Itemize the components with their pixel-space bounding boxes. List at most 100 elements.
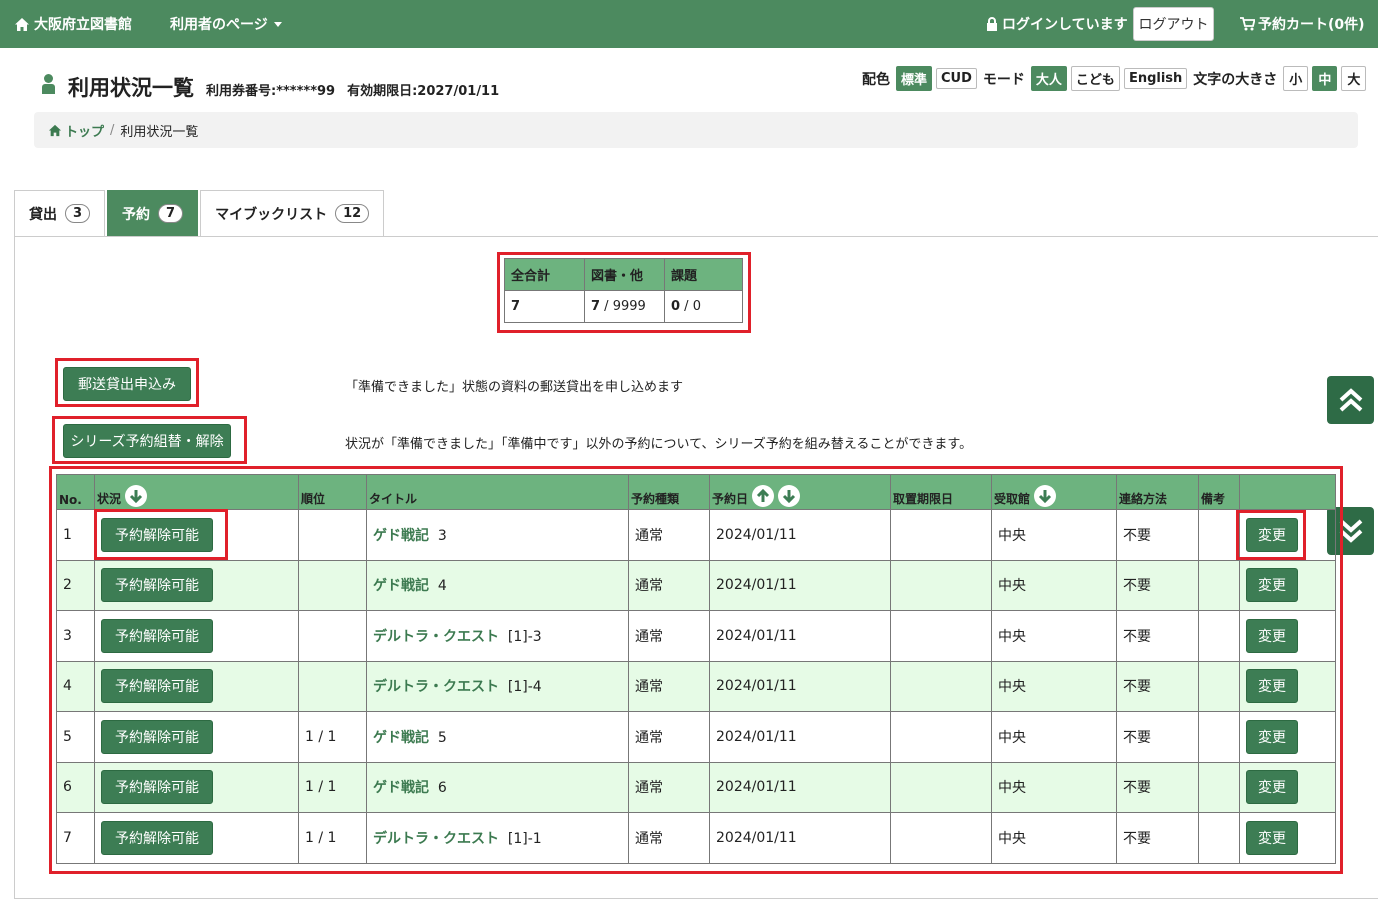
row-action-cell: 変更 — [1239, 559, 1336, 611]
series-reservation-description: 状況が「準備できました」「準備中です」以外の予約について、シリーズ予約を組み替え… — [345, 437, 973, 452]
row-date: 2024/01/11 — [709, 812, 891, 864]
row-no: 3 — [56, 610, 95, 662]
cancel-reservation-button[interactable]: 予約解除可能 — [101, 618, 213, 653]
row-title-link[interactable]: ゲド戦記 — [373, 780, 429, 796]
login-status: ログインしています — [986, 14, 1128, 34]
sort-date-desc-icon[interactable] — [778, 485, 801, 507]
row-rank: 1 / 1 — [298, 812, 367, 864]
sort-date-asc-icon[interactable] — [752, 485, 775, 507]
row-status-cell: 予約解除可能 — [94, 660, 299, 712]
user-menu-dropdown[interactable]: 利用者のページ — [170, 14, 282, 34]
table-row: 7 予約解除可能 1 / 1 デルトラ・クエスト [1]-1 通常 2024/01/11 中… — [56, 812, 1336, 864]
breadcrumb-current: 利用状況一覧 — [120, 124, 199, 140]
row-no: 7 — [56, 812, 95, 864]
row-title-link[interactable]: ゲド戦記 — [373, 528, 429, 544]
row-date: 2024/01/11 — [709, 610, 891, 662]
sort-library-desc-icon[interactable] — [1034, 485, 1057, 507]
row-rank — [298, 610, 367, 662]
mode-kids-option[interactable]: こども — [1070, 66, 1120, 91]
row-title-link[interactable]: デルトラ・クエスト — [373, 831, 499, 847]
font-size-large-option[interactable]: 大 — [1341, 66, 1367, 91]
table-header-row: No. 状況 順位 タイトル 予約種類 予約日 取置期限日 受取館 連絡方法 備… — [56, 474, 1336, 510]
logout-button[interactable]: ログアウト — [1133, 7, 1214, 41]
home-icon — [48, 124, 62, 136]
row-title-link[interactable]: ゲド戦記 — [373, 578, 429, 594]
change-button[interactable]: 変更 — [1246, 618, 1298, 653]
cancel-reservation-button[interactable]: 予約解除可能 — [101, 517, 213, 552]
cancel-reservation-button[interactable]: 予約解除可能 — [101, 568, 213, 603]
table-row: 4 予約解除可能 デルトラ・クエスト [1]-4 通常 2024/01/11 中央 不要 変更 — [56, 660, 1336, 712]
color-standard-option[interactable]: 標準 — [896, 66, 933, 91]
col-header-status: 状況 — [94, 474, 299, 510]
home-link[interactable]: 大阪府立図書館 — [14, 14, 132, 34]
row-title-link[interactable]: デルトラ・クエスト — [373, 629, 499, 645]
card-number: 利用券番号:******99 — [206, 84, 336, 99]
row-status-cell: 予約解除可能 — [94, 761, 299, 813]
row-rank: 1 / 1 — [298, 711, 367, 763]
mode-adult-option[interactable]: 大人 — [1030, 66, 1067, 91]
row-note — [1198, 812, 1240, 864]
cancel-reservation-button[interactable]: 予約解除可能 — [101, 669, 213, 704]
page-header: 利用状況一覧 利用券番号:******99 有効期限日:2027/01/11 — [40, 72, 499, 102]
tab-mybooklist-count: 12 — [335, 204, 370, 223]
tab-mybooklist[interactable]: マイブックリスト 12 — [200, 190, 385, 236]
cart-link[interactable]: 予約カート(0件) — [1240, 14, 1365, 34]
row-title-link[interactable]: ゲド戦記 — [373, 730, 429, 746]
row-title-cell: ゲド戦記 4 — [366, 559, 629, 611]
font-size-medium-option[interactable]: 中 — [1312, 66, 1338, 91]
col-header-contact: 連絡方法 — [1116, 474, 1199, 510]
change-button[interactable]: 変更 — [1246, 568, 1298, 603]
double-chevron-down-icon — [1339, 519, 1362, 543]
color-cud-option[interactable]: CUD — [936, 68, 977, 89]
sort-status-desc-icon[interactable] — [125, 485, 148, 507]
scroll-top-button[interactable] — [1327, 376, 1374, 424]
row-rank — [298, 509, 367, 561]
breadcrumb-home[interactable]: トップ — [48, 121, 104, 140]
row-date: 2024/01/11 — [709, 660, 891, 712]
table-row: 3 予約解除可能 デルトラ・クエスト [1]-3 通常 2024/01/11 中央 不要 変更 — [56, 610, 1336, 662]
cancel-reservation-button[interactable]: 予約解除可能 — [101, 719, 213, 754]
row-status-cell: 予約解除可能 — [94, 610, 299, 662]
row-note — [1198, 559, 1240, 611]
tab-loans[interactable]: 貸出 3 — [14, 190, 106, 236]
row-rank — [298, 660, 367, 712]
cancel-reservation-button[interactable]: 予約解除可能 — [101, 770, 213, 805]
row-title-cell: デルトラ・クエスト [1]-4 — [366, 660, 629, 712]
cancel-reservation-button[interactable]: 予約解除可能 — [101, 820, 213, 855]
summary-total-value: 7 — [511, 299, 521, 314]
change-button[interactable]: 変更 — [1246, 820, 1298, 855]
row-no: 2 — [56, 559, 95, 611]
mode-english-option[interactable]: English — [1123, 68, 1188, 89]
row-action-cell: 変更 — [1239, 509, 1336, 561]
row-library: 中央 — [991, 812, 1117, 864]
table-row: 1 予約解除可能 ゲド戦記 3 通常 2024/01/11 中央 不要 変更 — [56, 509, 1336, 561]
summary-books: 7 / 9999 — [584, 290, 665, 323]
row-deadline — [890, 660, 992, 712]
summary-header-total: 全合計 — [504, 258, 585, 291]
row-status-cell: 予約解除可能 — [94, 711, 299, 763]
caret-down-icon — [273, 21, 282, 27]
summary-books-limit: / 9999 — [600, 299, 646, 314]
mail-loan-button[interactable]: 郵送貸出申込み — [63, 367, 191, 401]
font-size-small-option[interactable]: 小 — [1283, 66, 1309, 91]
row-action-cell: 変更 — [1239, 711, 1336, 763]
row-title-link[interactable]: デルトラ・クエスト — [373, 679, 499, 695]
row-contact: 不要 — [1116, 761, 1199, 813]
change-button[interactable]: 変更 — [1246, 669, 1298, 704]
summary-table: 全合計 図書・他 課題 7 7 / 9999 0 / 0 — [504, 258, 743, 323]
row-contact: 不要 — [1116, 660, 1199, 712]
row-no: 1 — [56, 509, 95, 561]
change-button[interactable]: 変更 — [1246, 770, 1298, 805]
table-row: 5 予約解除可能 1 / 1 ゲド戦記 5 通常 2024/01/11 中央 不要 変更 — [56, 711, 1336, 763]
series-reservation-button[interactable]: シリーズ予約組替・解除 — [63, 424, 231, 458]
row-rank: 1 / 1 — [298, 761, 367, 813]
row-type: 通常 — [628, 711, 710, 763]
change-button[interactable]: 変更 — [1246, 517, 1298, 552]
change-button[interactable]: 変更 — [1246, 719, 1298, 754]
tab-reservations[interactable]: 予約 7 — [107, 190, 199, 236]
lock-icon — [987, 16, 997, 31]
row-volume: [1]-4 — [507, 679, 542, 696]
summary-tasks-count: 0 — [671, 299, 681, 314]
mail-loan-description: 「準備できました」状態の資料の郵送貸出を申し込めます — [345, 380, 684, 395]
page-title: 利用状況一覧 — [68, 76, 194, 100]
